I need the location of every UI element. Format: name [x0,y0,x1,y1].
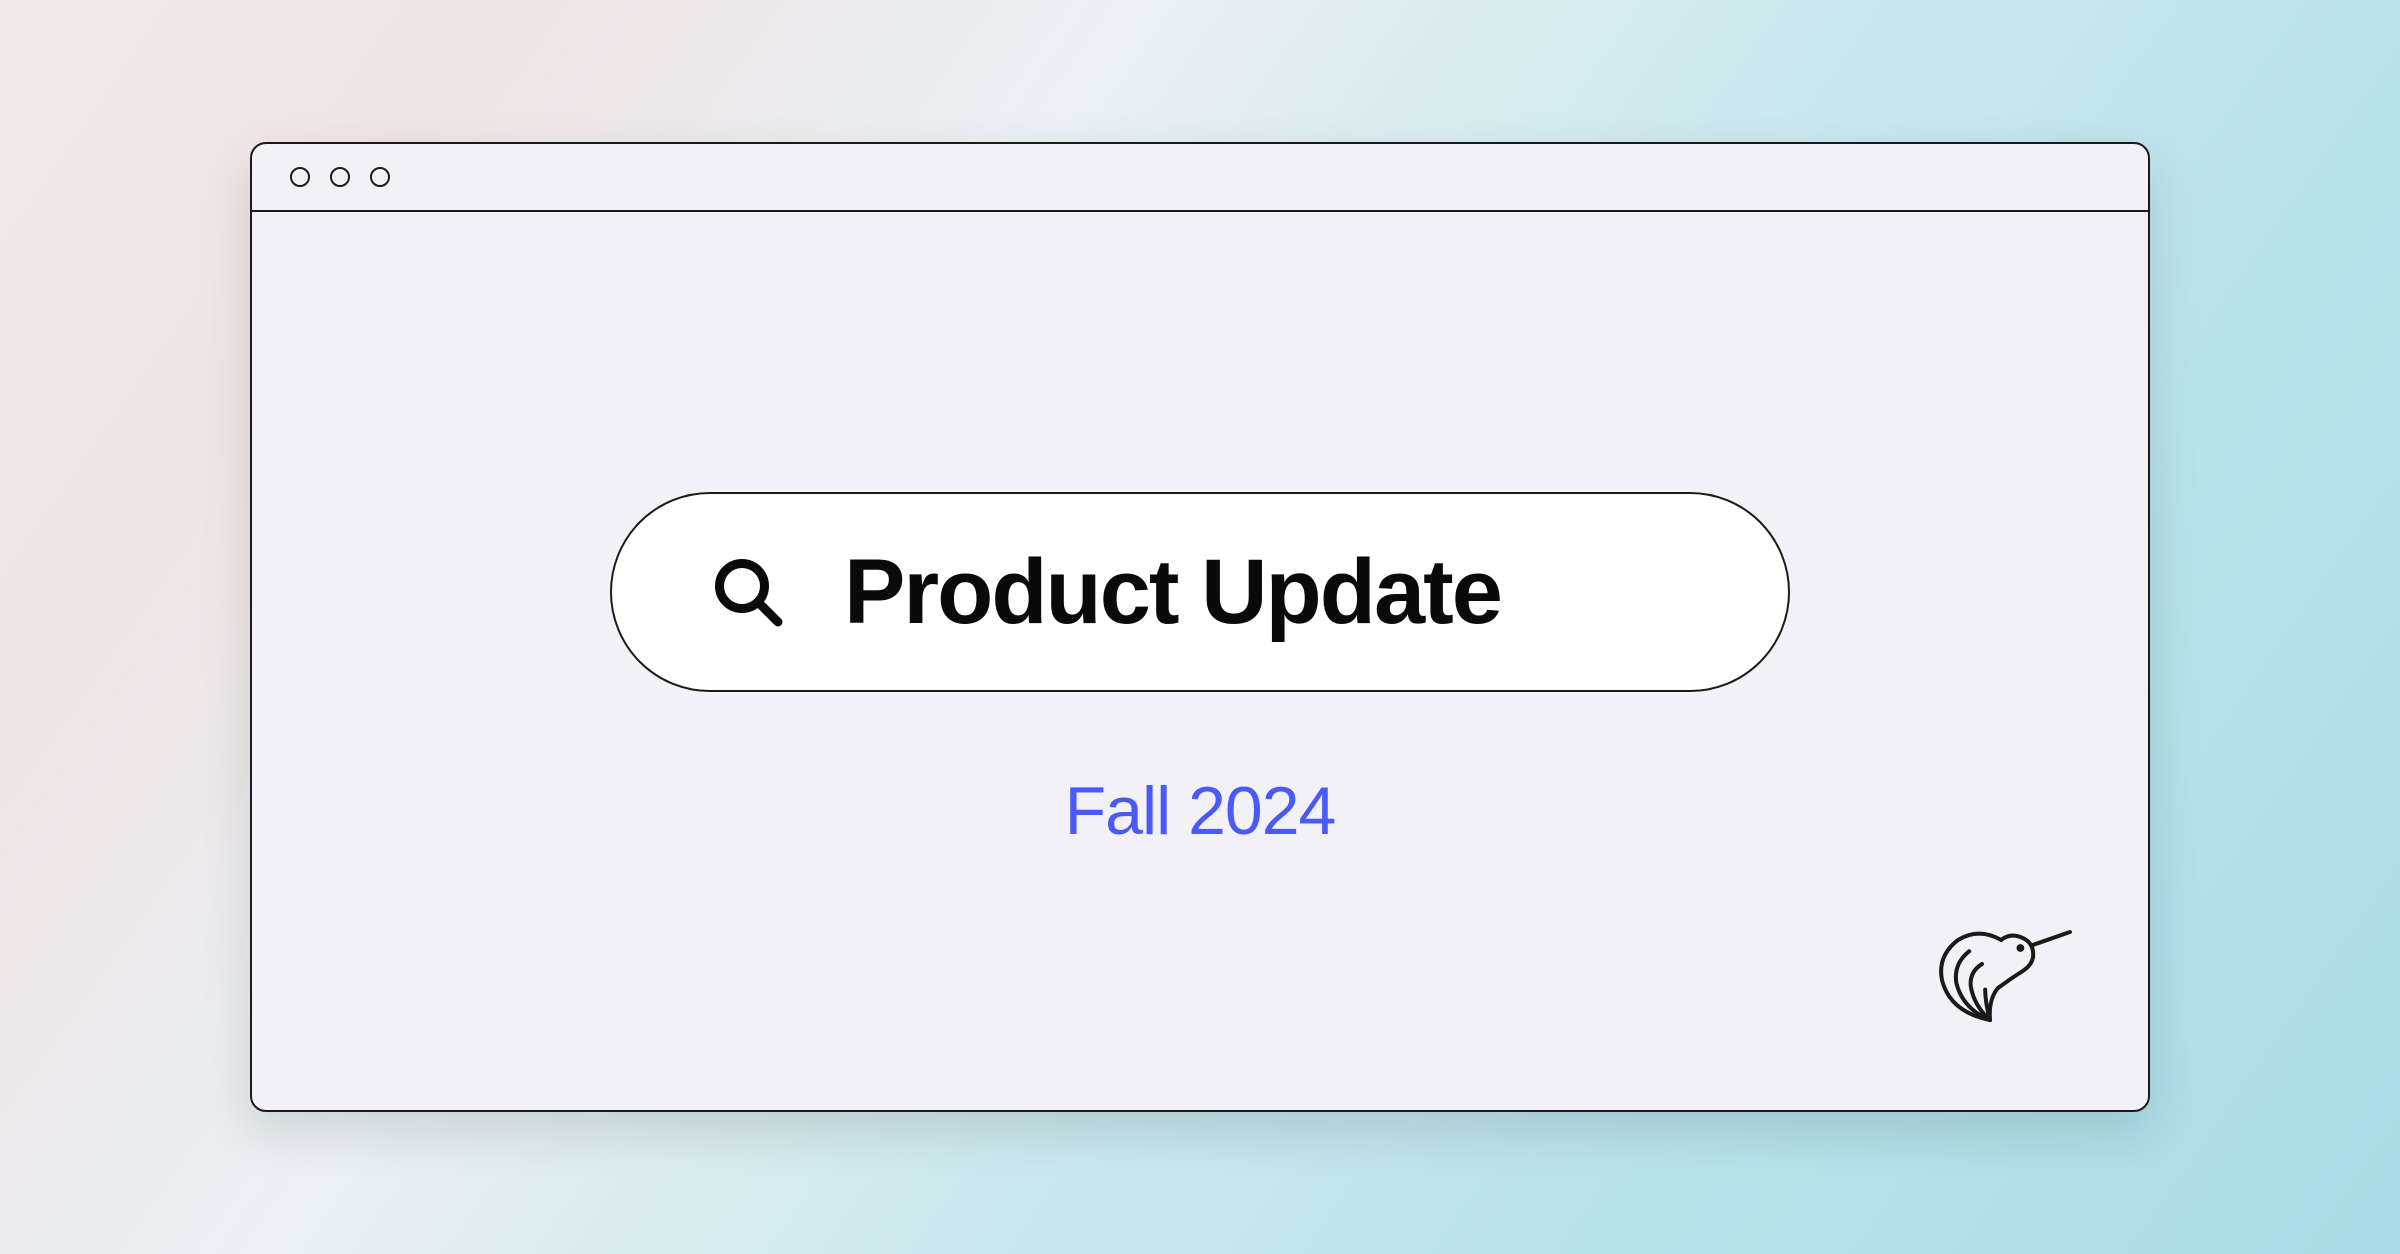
search-bar[interactable]: Product Update [610,492,1790,692]
browser-window: Product Update Fall 2024 [250,142,2150,1112]
window-controls [290,167,390,187]
window-titlebar [252,144,2148,212]
maximize-window-button[interactable] [370,167,390,187]
search-icon [712,556,784,628]
search-text: Product Update [844,540,1501,645]
minimize-window-button[interactable] [330,167,350,187]
subtitle: Fall 2024 [1065,772,1336,850]
close-window-button[interactable] [290,167,310,187]
hummingbird-logo-icon [1918,900,2078,1060]
window-content: Product Update Fall 2024 [252,212,2148,1110]
